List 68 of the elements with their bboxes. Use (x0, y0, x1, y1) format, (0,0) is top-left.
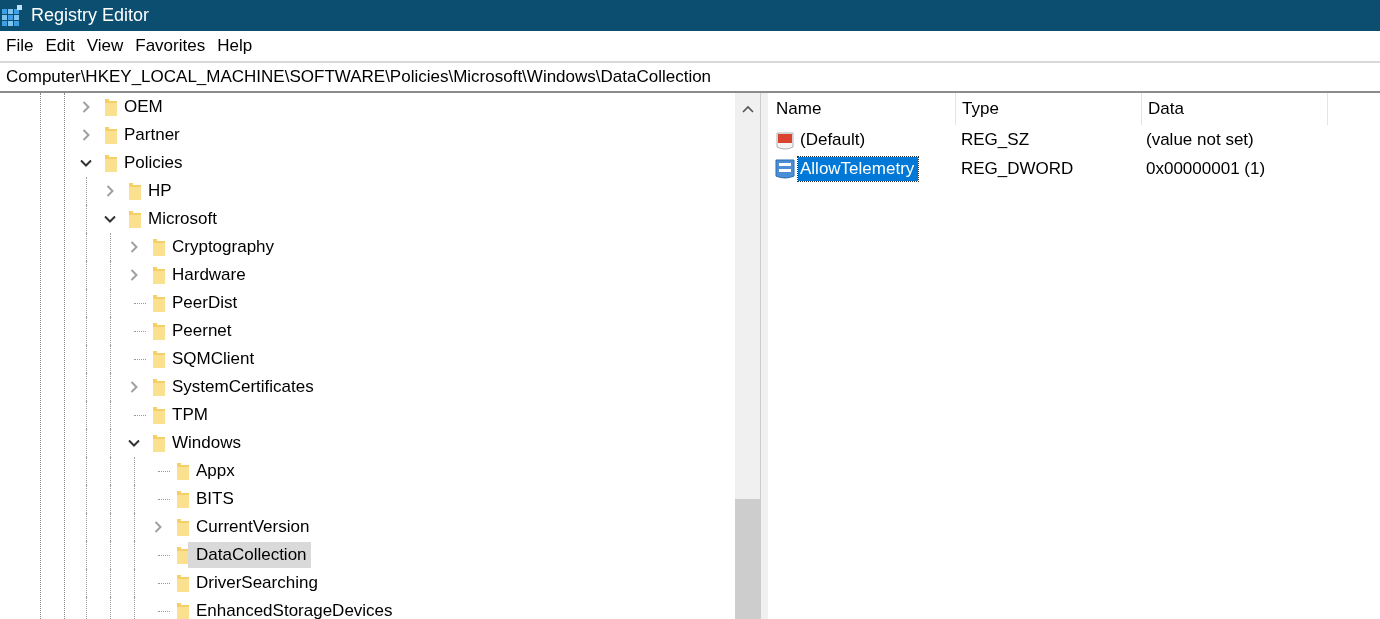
value-name[interactable]: (Default) (798, 127, 870, 152)
scroll-up-icon[interactable] (741, 105, 754, 113)
folder-icon (176, 517, 190, 537)
tree-item[interactable]: Policies (116, 150, 187, 176)
binary-value-icon (774, 157, 796, 180)
value-name[interactable]: AllowTelemetry (798, 156, 919, 181)
menu-item[interactable]: Edit (45, 36, 75, 56)
menu-item[interactable]: Help (217, 36, 253, 56)
tree-item[interactable]: BITS (188, 486, 238, 512)
tree-item[interactable]: Hardware (164, 262, 250, 288)
menu-item[interactable]: View (86, 36, 124, 56)
column-header[interactable]: Data (1142, 93, 1328, 125)
chevron-down-icon[interactable] (104, 213, 116, 225)
folder-icon (104, 97, 118, 117)
tree-item[interactable]: DriverSearching (188, 570, 322, 596)
menu-item[interactable]: File (6, 36, 34, 56)
tree-item[interactable]: HP (140, 178, 176, 204)
folder-icon (128, 181, 142, 201)
tree-item[interactable]: SystemCertificates (164, 374, 318, 400)
tree-item[interactable]: DataCollection (188, 542, 311, 568)
value-type: REG_DWORD (960, 158, 1075, 179)
folder-icon (128, 209, 142, 229)
chevron-right-icon[interactable] (80, 101, 92, 113)
folder-icon (152, 405, 166, 425)
folder-icon (176, 489, 190, 509)
tree-item[interactable]: EnhancedStorageDevices (188, 598, 397, 619)
value-data: 0x00000001 (1) (1145, 158, 1267, 179)
folder-icon (152, 293, 166, 313)
tree-item[interactable]: TPM (164, 402, 212, 428)
column-header[interactable]: Type (956, 93, 1142, 125)
chevron-down-icon[interactable] (80, 157, 92, 169)
tree-item[interactable]: Appx (188, 458, 239, 484)
tree-item[interactable]: Cryptography (164, 234, 279, 260)
folder-icon (152, 321, 166, 341)
column-header[interactable]: Name (770, 93, 956, 125)
folder-icon (176, 601, 190, 619)
window-title: Registry Editor (31, 5, 150, 26)
registry-icon (1, 4, 23, 27)
scrollbar-thumb[interactable] (735, 499, 760, 619)
value-data: (value not set) (1145, 129, 1255, 150)
tree-item[interactable]: Microsoft (140, 206, 221, 232)
chevron-right-icon[interactable] (152, 521, 164, 533)
chevron-right-icon[interactable] (104, 185, 116, 197)
address-bar[interactable]: Computer\HKEY_LOCAL_MACHINE\SOFTWARE\Policies\Microsoft\Windows\DataCollection (0, 61, 1380, 93)
tree-item[interactable]: CurrentVersion (188, 514, 314, 540)
tree-item[interactable]: Peernet (164, 318, 236, 344)
chevron-right-icon[interactable] (80, 129, 92, 141)
tree-item[interactable]: PeerDist (164, 290, 242, 316)
chevron-right-icon[interactable] (128, 269, 140, 281)
tree-item[interactable]: SQMClient (164, 346, 259, 372)
folder-icon (176, 573, 190, 593)
menu-item[interactable]: Favorites (135, 36, 206, 56)
folder-icon (152, 377, 166, 397)
chevron-down-icon[interactable] (128, 437, 140, 449)
tree-item[interactable]: Partner (116, 122, 184, 148)
chevron-right-icon[interactable] (128, 241, 140, 253)
folder-icon (152, 349, 166, 369)
folder-icon (152, 237, 166, 257)
tree-item[interactable]: Windows (164, 430, 245, 456)
tree-item[interactable]: OEM (116, 94, 167, 120)
value-type: REG_SZ (960, 129, 1031, 150)
chevron-right-icon[interactable] (128, 381, 140, 393)
folder-icon (176, 545, 190, 565)
folder-icon (104, 125, 118, 145)
folder-icon (152, 433, 166, 453)
folder-icon (104, 153, 118, 173)
folder-icon (152, 265, 166, 285)
folder-icon (176, 461, 190, 481)
